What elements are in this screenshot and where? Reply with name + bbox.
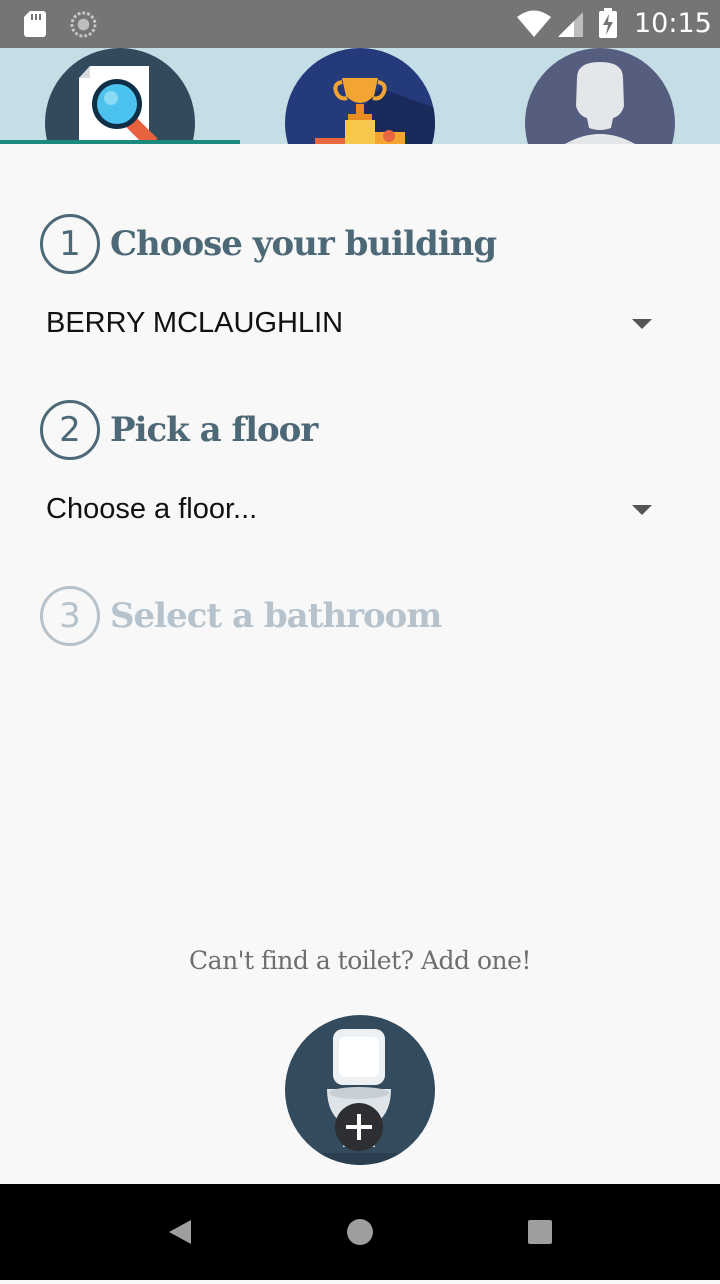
step-title: Choose your building <box>110 224 497 264</box>
home-button[interactable] <box>300 1184 420 1280</box>
sync-icon <box>70 11 97 38</box>
home-icon <box>347 1219 373 1245</box>
back-icon <box>169 1220 191 1244</box>
cell-signal-icon <box>558 12 583 37</box>
add-toilet-button[interactable] <box>285 1015 435 1165</box>
status-clock: 10:15 <box>634 8 712 39</box>
tab-leaderboard[interactable] <box>240 48 480 144</box>
trophy-podium-icon <box>285 48 435 144</box>
recents-button[interactable] <box>480 1184 600 1280</box>
building-select-value: BERRY MCLAUGHLIN <box>46 307 344 339</box>
dropdown-caret-icon <box>632 319 652 329</box>
dropdown-caret-icon <box>632 505 652 515</box>
tab-bar <box>0 48 720 144</box>
back-button[interactable] <box>120 1184 240 1280</box>
step-number-circle: 3 <box>40 586 100 646</box>
add-toilet-prompt: Can't find a toilet? Add one! <box>189 946 531 975</box>
tab-selected-indicator <box>0 140 240 144</box>
building-select[interactable]: BERRY MCLAUGHLIN <box>46 293 666 353</box>
tab-profile[interactable] <box>480 48 720 144</box>
step-number-circle: 1 <box>40 214 100 274</box>
user-avatar-icon <box>525 48 675 144</box>
status-bar: 10:15 <box>0 0 720 48</box>
step-title: Pick a floor <box>110 410 318 450</box>
sd-card-icon <box>24 11 46 37</box>
nav-bar <box>0 1184 720 1280</box>
step-number-circle: 2 <box>40 400 100 460</box>
step-title: Select a bathroom <box>110 596 442 636</box>
floor-select[interactable]: Choose a floor... <box>46 479 666 539</box>
add-toilet-icon <box>285 1029 435 1165</box>
recents-icon <box>528 1220 552 1244</box>
document-search-icon <box>45 48 195 144</box>
tab-search[interactable] <box>0 48 240 144</box>
battery-charging-icon <box>599 8 617 38</box>
floor-select-value: Choose a floor... <box>46 493 258 525</box>
wifi-icon <box>517 10 551 37</box>
